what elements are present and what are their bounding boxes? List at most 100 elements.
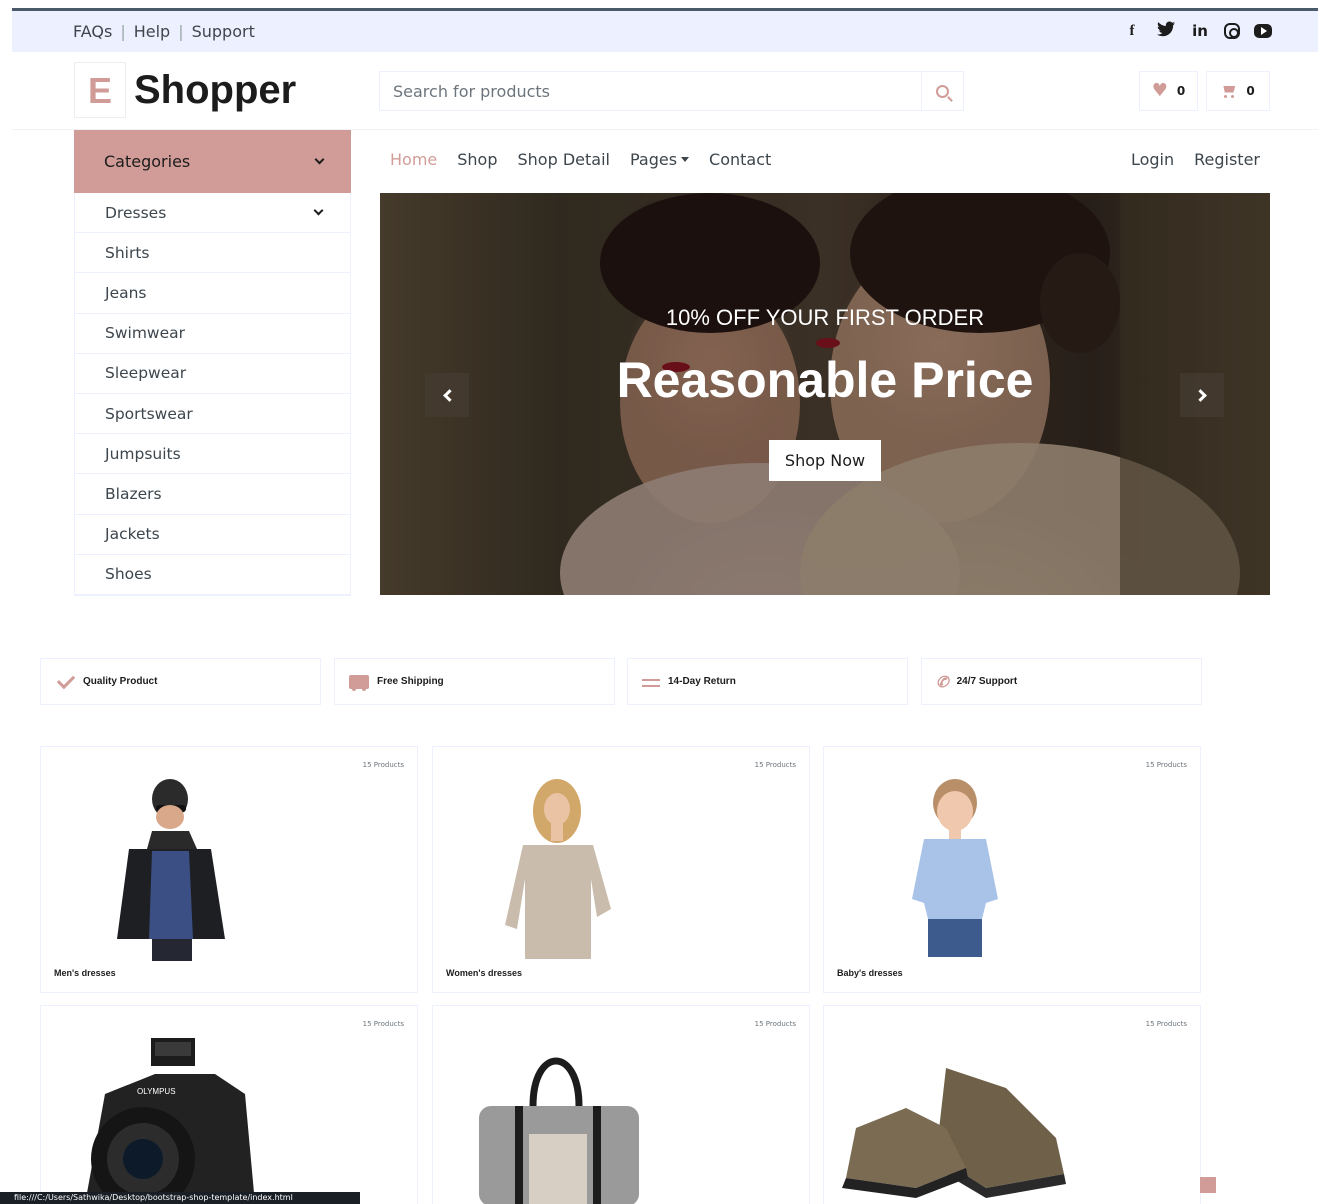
bag-image xyxy=(479,1057,639,1204)
account-nav: Login Register xyxy=(1131,150,1260,169)
linkedin-icon[interactable]: in xyxy=(1190,21,1210,41)
nav-pages[interactable]: Pages xyxy=(629,150,690,169)
back-to-top-button[interactable] xyxy=(1200,1177,1216,1193)
shoes-image xyxy=(842,1068,1066,1198)
camera-image: OLYMPUS xyxy=(85,1038,255,1204)
category-sportswear[interactable]: Sportswear xyxy=(75,394,350,435)
category-label: Swimwear xyxy=(105,324,186,343)
search-bar xyxy=(379,71,964,111)
chevron-down-icon xyxy=(313,205,324,216)
category-jeans[interactable]: Jeans xyxy=(75,273,350,314)
check-icon xyxy=(56,670,76,689)
card-label: Baby's dresses xyxy=(837,968,903,978)
baby-dresses-image xyxy=(912,779,998,957)
card-label: Women's dresses xyxy=(446,968,523,978)
cart-button[interactable]: 0 xyxy=(1206,71,1270,111)
exchange-icon xyxy=(642,677,660,687)
register-link[interactable]: Register xyxy=(1194,150,1260,169)
hero-subtitle: 10% OFF YOUR FIRST ORDER xyxy=(665,305,985,330)
category-card-men[interactable]: 15 Products Men's dresses xyxy=(40,746,418,993)
category-label: Jackets xyxy=(105,525,160,544)
shop-now-button[interactable]: Shop Now xyxy=(769,440,881,481)
category-label: Shirts xyxy=(105,243,150,262)
category-label: Shoes xyxy=(105,565,152,584)
caret-down-icon xyxy=(681,157,690,162)
categories-toggle[interactable]: Categories xyxy=(74,130,351,193)
category-shirts[interactable]: Shirts xyxy=(75,233,350,274)
category-card-women[interactable]: 15 Products Women's dresses xyxy=(432,746,810,993)
wishlist-count: 0 xyxy=(1176,84,1186,98)
carousel-prev-button[interactable] xyxy=(425,373,469,417)
search-icon xyxy=(936,84,949,98)
nav-shop[interactable]: Shop xyxy=(457,150,497,169)
men-dresses-image xyxy=(117,779,225,961)
wishlist-button[interactable]: ♥ 0 xyxy=(1139,71,1198,111)
category-jumpsuits[interactable]: Jumpsuits xyxy=(75,434,350,475)
login-link[interactable]: Login xyxy=(1131,150,1174,169)
top-links: FAQs | Help | Support xyxy=(73,22,255,41)
feature-label: 14-Day Return xyxy=(668,676,736,687)
feature-label: 24/7 Support xyxy=(956,676,1018,687)
browser-status-bar: file:///C:/Users/Sathwika/Desktop/bootst… xyxy=(0,1192,360,1204)
feature-support: ✆ 24/7 Support xyxy=(921,658,1202,705)
category-card-bags[interactable]: 15 Products xyxy=(432,1005,810,1204)
chevron-down-icon xyxy=(314,154,325,165)
category-jackets[interactable]: Jackets xyxy=(75,515,350,555)
support-link[interactable]: Support xyxy=(192,22,255,41)
category-label: Sportswear xyxy=(105,404,193,423)
category-shoes[interactable]: Shoes xyxy=(75,555,350,595)
feature-return: 14-Day Return xyxy=(627,658,908,705)
category-label: Jumpsuits xyxy=(105,444,181,463)
twitter-icon[interactable] xyxy=(1156,21,1176,41)
youtube-icon[interactable] xyxy=(1254,24,1272,38)
category-card-cameras[interactable]: 15 Products OLYMPUS xyxy=(40,1005,418,1204)
product-count: 15 Products xyxy=(754,1020,796,1028)
chevron-right-icon xyxy=(1193,388,1207,402)
search-button[interactable] xyxy=(921,72,963,110)
category-sleepwear[interactable]: Sleepwear xyxy=(75,354,350,394)
facebook-icon[interactable]: f xyxy=(1122,21,1142,41)
product-count: 15 Products xyxy=(362,1020,404,1028)
logo[interactable]: E Shopper xyxy=(74,62,296,118)
logo-name: Shopper xyxy=(134,67,297,112)
category-card-shoes[interactable]: 15 Products xyxy=(823,1005,1201,1204)
category-dresses[interactable]: Dresses xyxy=(75,193,350,234)
feature-quality: Quality Product xyxy=(40,658,321,705)
faqs-link[interactable]: FAQs xyxy=(73,22,112,41)
separator: | xyxy=(120,22,126,41)
feature-label: Free Shipping xyxy=(377,676,444,687)
nav-home[interactable]: Home xyxy=(390,150,437,169)
feature-label: Quality Product xyxy=(83,676,158,687)
women-dresses-image xyxy=(505,779,611,959)
separator: | xyxy=(178,22,184,41)
main-nav: Home Shop Shop Detail Pages Contact xyxy=(390,150,771,169)
product-count: 15 Products xyxy=(754,761,796,769)
product-count: 15 Products xyxy=(1145,761,1187,769)
category-card-baby[interactable]: 15 Products Baby's dresses xyxy=(823,746,1201,993)
hero-title: Reasonable Price xyxy=(616,352,1034,408)
nav-shop-detail[interactable]: Shop Detail xyxy=(518,150,610,169)
cart-count: 0 xyxy=(1246,84,1255,98)
chevron-left-icon xyxy=(442,388,456,402)
category-blazers[interactable]: Blazers xyxy=(75,474,350,515)
hero-carousel: 10% OFF YOUR FIRST ORDER Reasonable Pric… xyxy=(380,193,1270,595)
category-label: Sleepwear xyxy=(105,364,187,383)
truck-icon xyxy=(349,674,369,691)
social-links: f in xyxy=(1122,21,1272,41)
product-count: 15 Products xyxy=(1145,1020,1187,1028)
category-swimwear[interactable]: Swimwear xyxy=(75,314,350,354)
card-label: Men's dresses xyxy=(54,968,116,978)
carousel-next-button[interactable] xyxy=(1180,373,1224,417)
nav-pages-label: Pages xyxy=(629,150,678,169)
top-bar: FAQs | Help | Support f in xyxy=(12,8,1318,52)
category-label: Dresses xyxy=(105,203,167,222)
instagram-icon[interactable] xyxy=(1224,23,1240,39)
product-count: 15 Products xyxy=(362,761,404,769)
search-input[interactable] xyxy=(380,72,921,110)
logo-letter: E xyxy=(74,62,126,118)
help-link[interactable]: Help xyxy=(134,22,170,41)
category-label: Jeans xyxy=(105,283,147,302)
nav-contact[interactable]: Contact xyxy=(709,150,771,169)
heart-icon: ♥ xyxy=(1151,80,1168,101)
category-label: Blazers xyxy=(105,484,162,503)
